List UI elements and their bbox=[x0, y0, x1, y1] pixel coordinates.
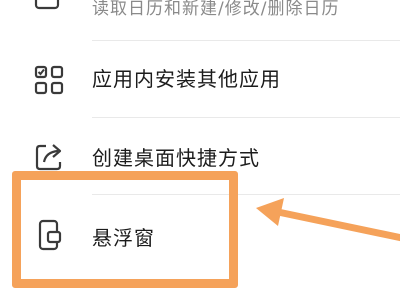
permissions-screen: 读取日历和新建/修改/删除日历 应用内安装其他应用 创建桌面快捷方式 悬浮窗 bbox=[0, 0, 400, 300]
pointer-arrow bbox=[256, 198, 400, 242]
